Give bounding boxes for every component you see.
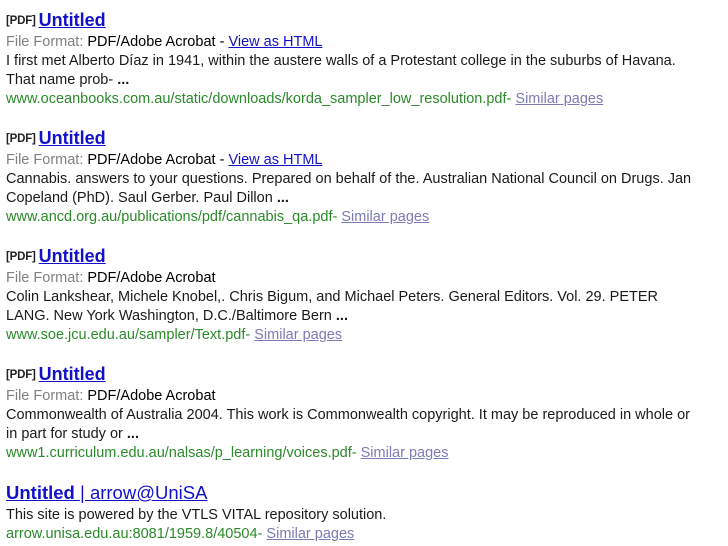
file-format-value: PDF/Adobe Acrobat bbox=[87, 270, 216, 286]
result-title-link[interactable]: Untitled bbox=[39, 246, 106, 266]
file-format-line: File Format: PDF/Adobe Acrobat - View as… bbox=[6, 151, 722, 170]
file-format-line: File Format: PDF/Adobe Acrobat bbox=[6, 387, 722, 406]
snippet-ellipsis: ... bbox=[276, 190, 289, 206]
url-separator: - bbox=[257, 526, 263, 542]
result-title-suffix: | arrow@UniSA bbox=[74, 482, 208, 503]
result-snippet: Commonwealth of Australia 2004. This wor… bbox=[6, 406, 696, 444]
result-snippet: Cannabis. answers to your questions. Pre… bbox=[6, 170, 696, 208]
search-results-list: [PDF] Untitled File Format: PDF/Adobe Acr… bbox=[0, 0, 728, 544]
result-url-line: www.oceanbooks.com.au/static/downloads/k… bbox=[6, 90, 722, 109]
result-title-row: Untitled | arrow@UniSA bbox=[6, 482, 722, 505]
view-as-html-link[interactable]: View as HTML bbox=[228, 34, 322, 50]
result-title-text: Untitled bbox=[38, 10, 106, 30]
url-separator: - bbox=[506, 91, 512, 107]
similar-pages-link[interactable]: Similar pages bbox=[361, 445, 449, 461]
result-url: arrow.unisa.edu.au:8081/1959.8/40504 bbox=[6, 526, 258, 542]
pdf-filetype-tag: [PDF] bbox=[6, 251, 36, 263]
url-separator: - bbox=[332, 209, 338, 225]
result-title-row: [PDF] Untitled bbox=[6, 364, 722, 386]
result-url: www.soe.jcu.edu.au/sampler/Text.pdf bbox=[6, 327, 246, 343]
result-snippet-text: I first met Alberto Díaz in 1941, within… bbox=[6, 53, 676, 88]
url-separator: - bbox=[245, 327, 251, 343]
file-format-line: File Format: PDF/Adobe Acrobat bbox=[6, 269, 722, 288]
search-result-item: [PDF] Untitled File Format: PDF/Adobe Acr… bbox=[6, 246, 722, 345]
snippet-ellipsis: ... bbox=[126, 426, 139, 442]
result-title-link[interactable]: Untitled bbox=[39, 10, 106, 30]
search-result-item: Untitled | arrow@UniSA This site is powe… bbox=[6, 482, 722, 544]
result-title-row: [PDF] Untitled bbox=[6, 246, 722, 268]
view-as-html-link[interactable]: View as HTML bbox=[228, 152, 322, 168]
result-snippet-text: This site is powered by the VTLS VITAL r… bbox=[6, 507, 387, 523]
result-snippet: I first met Alberto Díaz in 1941, within… bbox=[6, 52, 696, 90]
url-separator: - bbox=[351, 445, 357, 461]
result-title-text: Untitled bbox=[38, 364, 106, 384]
file-format-label: File Format: bbox=[6, 34, 84, 50]
result-url-line: www.soe.jcu.edu.au/sampler/Text.pdf- Sim… bbox=[6, 326, 722, 345]
pdf-filetype-tag: [PDF] bbox=[6, 369, 36, 381]
snippet-ellipsis: ... bbox=[117, 72, 130, 88]
result-title-text: Untitled bbox=[38, 128, 106, 148]
pdf-filetype-tag: [PDF] bbox=[6, 15, 36, 27]
file-format-value: PDF/Adobe Acrobat bbox=[87, 388, 216, 404]
pdf-filetype-tag: [PDF] bbox=[6, 133, 36, 145]
result-title-text: Untitled bbox=[38, 246, 106, 266]
result-snippet: This site is powered by the VTLS VITAL r… bbox=[6, 506, 696, 525]
result-snippet-text: Cannabis. answers to your questions. Pre… bbox=[6, 171, 692, 206]
similar-pages-link[interactable]: Similar pages bbox=[266, 526, 354, 542]
result-url: www.ancd.org.au/publications/pdf/cannabi… bbox=[6, 209, 333, 225]
file-format-label: File Format: bbox=[6, 152, 84, 168]
result-url-line: www.ancd.org.au/publications/pdf/cannabi… bbox=[6, 208, 722, 227]
result-title-link[interactable]: Untitled bbox=[39, 364, 106, 384]
result-url-line: arrow.unisa.edu.au:8081/1959.8/40504- Si… bbox=[6, 525, 722, 544]
file-format-separator: - bbox=[219, 34, 225, 50]
result-title-link[interactable]: Untitled | arrow@UniSA bbox=[6, 482, 207, 503]
search-result-item: [PDF] Untitled File Format: PDF/Adobe Acr… bbox=[6, 128, 722, 227]
search-result-item: [PDF] Untitled File Format: PDF/Adobe Acr… bbox=[6, 364, 722, 463]
similar-pages-link[interactable]: Similar pages bbox=[254, 327, 342, 343]
file-format-line: File Format: PDF/Adobe Acrobat - View as… bbox=[6, 33, 722, 52]
result-url: www1.curriculum.edu.au/nalsas/p_learning… bbox=[6, 445, 352, 461]
similar-pages-link[interactable]: Similar pages bbox=[515, 91, 603, 107]
result-snippet: Colin Lankshear, Michele Knobel,. Chris … bbox=[6, 288, 696, 326]
file-format-value: PDF/Adobe Acrobat bbox=[87, 34, 216, 50]
result-url: www.oceanbooks.com.au/static/downloads/k… bbox=[6, 91, 507, 107]
result-title-link[interactable]: Untitled bbox=[39, 128, 106, 148]
file-format-label: File Format: bbox=[6, 270, 84, 286]
file-format-label: File Format: bbox=[6, 388, 84, 404]
snippet-ellipsis: ... bbox=[335, 308, 348, 324]
result-snippet-text: Commonwealth of Australia 2004. This wor… bbox=[6, 407, 690, 442]
result-title-text: Untitled bbox=[6, 482, 75, 503]
result-title-row: [PDF] Untitled bbox=[6, 10, 722, 32]
result-title-row: [PDF] Untitled bbox=[6, 128, 722, 150]
result-snippet-text: Colin Lankshear, Michele Knobel,. Chris … bbox=[6, 289, 659, 324]
result-url-line: www1.curriculum.edu.au/nalsas/p_learning… bbox=[6, 444, 722, 463]
file-format-value: PDF/Adobe Acrobat bbox=[87, 152, 216, 168]
search-result-item: [PDF] Untitled File Format: PDF/Adobe Acr… bbox=[6, 10, 722, 109]
similar-pages-link[interactable]: Similar pages bbox=[341, 209, 429, 225]
file-format-separator: - bbox=[219, 152, 225, 168]
